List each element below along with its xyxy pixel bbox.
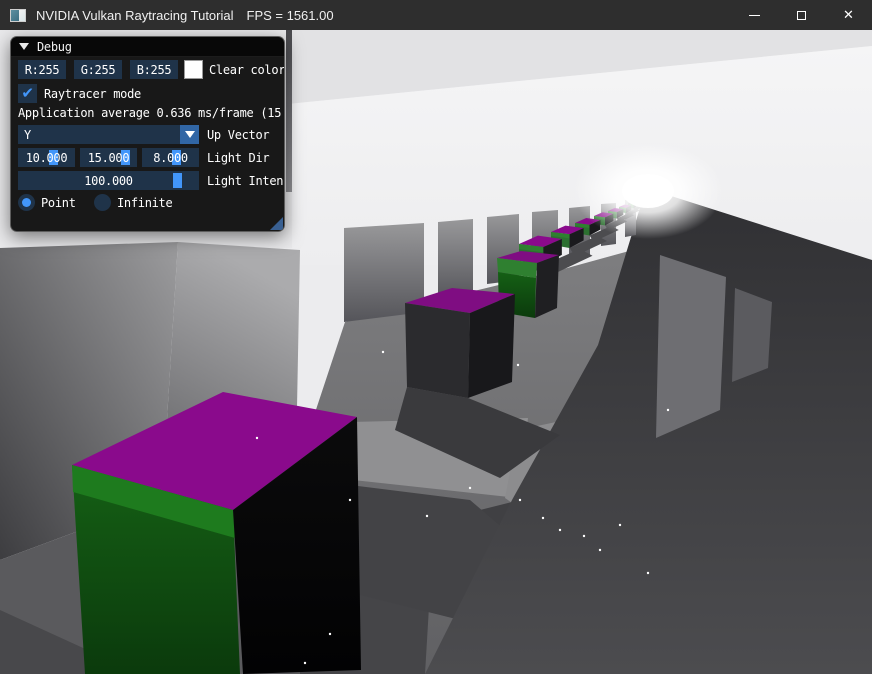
light-type-infinite-label: Infinite: [117, 193, 172, 212]
debug-panel: Debug R:255 G:255 B:255 Clear color ✔ Ra…: [10, 36, 285, 232]
clear-color-g-field[interactable]: G:255: [74, 60, 122, 79]
clear-color-b-field[interactable]: B:255: [130, 60, 178, 79]
performance-text: Application average 0.636 ms/frame (15: [18, 106, 283, 120]
clear-color-b-value: B:255: [137, 63, 172, 77]
light-intensity-value: 100.000: [84, 174, 132, 188]
checkmark-icon: ✔: [21, 86, 33, 101]
light-type-point-radio[interactable]: [18, 194, 35, 211]
clear-color-r-field[interactable]: R:255: [18, 60, 66, 79]
chevron-down-icon: [185, 131, 195, 138]
close-button[interactable]: ✕: [825, 0, 872, 30]
light-dir-x-slider[interactable]: 10.000: [18, 148, 75, 167]
combo-arrow-button[interactable]: [180, 125, 199, 144]
up-vector-combo[interactable]: Y: [18, 125, 180, 144]
light-dir-x-value: 10.000: [26, 151, 68, 165]
up-vector-label: Up Vector: [207, 125, 269, 144]
clear-color-g-value: G:255: [81, 63, 116, 77]
light-dir-label: Light Dir: [207, 148, 269, 167]
maximize-icon: [797, 11, 806, 20]
light-dir-y-slider[interactable]: 15.000: [80, 148, 137, 167]
minimize-button[interactable]: [731, 0, 778, 30]
minimize-icon: [749, 15, 760, 16]
titlebar[interactable]: NVIDIA Vulkan Raytracing Tutorial FPS = …: [0, 0, 872, 30]
clear-color-r-value: R:255: [25, 63, 60, 77]
debug-panel-title: Debug: [37, 40, 72, 54]
panel-resize-grip[interactable]: [270, 217, 283, 230]
radio-selected-dot: [22, 198, 31, 207]
light-type-point-label: Point: [41, 193, 76, 212]
slider-grab[interactable]: [173, 173, 182, 188]
raytracer-mode-label: Raytracer mode: [44, 84, 141, 103]
window-title: NVIDIA Vulkan Raytracing Tutorial: [36, 8, 234, 23]
collapse-arrow-icon[interactable]: [19, 43, 29, 50]
app-window: Debug R:255 G:255 B:255 Clear color ✔ Ra…: [0, 0, 872, 674]
scene-vanishing-glow: [573, 143, 723, 239]
app-icon: [10, 9, 26, 22]
light-type-infinite-radio[interactable]: [94, 194, 111, 211]
light-intensity-slider[interactable]: 100.000: [18, 171, 199, 190]
light-dir-z-slider[interactable]: 8.000: [142, 148, 199, 167]
debug-panel-header[interactable]: Debug: [11, 37, 284, 57]
close-icon: ✕: [843, 9, 854, 22]
light-dir-z-value: 8.000: [153, 151, 188, 165]
fps-counter: FPS = 1561.00: [247, 8, 334, 23]
up-vector-value: Y: [24, 128, 31, 142]
light-intensity-label: Light Intens: [207, 171, 285, 190]
clear-color-label: Clear color: [209, 60, 285, 79]
maximize-button[interactable]: [778, 0, 825, 30]
light-dir-y-value: 15.000: [88, 151, 130, 165]
clear-color-swatch[interactable]: [184, 60, 203, 79]
raytracer-mode-checkbox[interactable]: ✔: [18, 84, 37, 103]
